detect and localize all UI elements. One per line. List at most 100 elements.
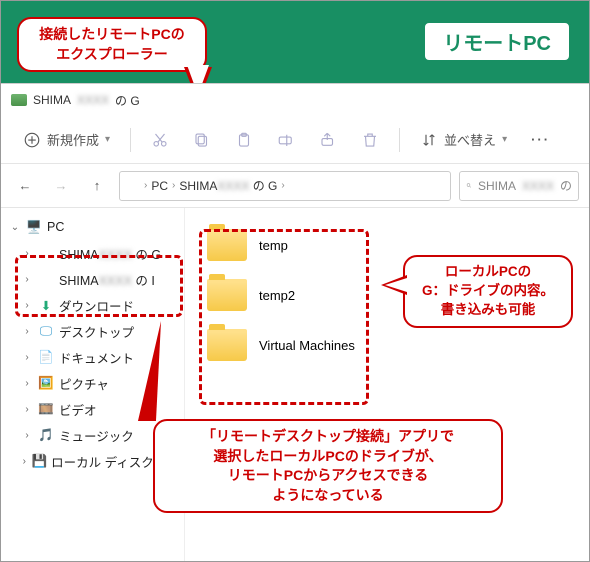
caret-right-icon: › xyxy=(21,326,33,337)
drive-icon xyxy=(126,180,140,191)
desktop-icon: 🖵 xyxy=(37,323,55,339)
copy-icon xyxy=(193,131,211,149)
share-button[interactable] xyxy=(309,125,347,155)
drive-icon xyxy=(11,94,27,106)
annotation-text: エクスプローラー xyxy=(33,45,191,65)
arrow-left-icon: ← xyxy=(19,178,32,193)
disk-icon: 💾 xyxy=(32,453,48,469)
annotation-text: ようになっている xyxy=(169,486,487,506)
separator xyxy=(399,128,400,152)
folder-name: temp xyxy=(259,238,288,253)
bubble-tail-icon xyxy=(381,275,407,295)
sort-button-label: 並べ替え xyxy=(444,130,496,149)
caret-right-icon: › xyxy=(21,456,28,467)
sort-button[interactable]: 並べ替え ▾ xyxy=(410,124,517,155)
caret-right-icon: › xyxy=(21,430,33,441)
tree-label: ドキュメント xyxy=(59,348,134,367)
annotation-text: G：ドライブの内容。 xyxy=(419,282,557,301)
cut-button[interactable] xyxy=(141,125,179,155)
caret-right-icon: › xyxy=(21,274,33,285)
forward-button[interactable]: → xyxy=(47,172,75,200)
cut-icon xyxy=(151,131,169,149)
window-titlebar: SHIMA XXXX の G xyxy=(1,84,589,116)
chevron-right-icon: › xyxy=(172,180,175,191)
breadcrumb[interactable]: › PC › SHIMAXXXX の G › xyxy=(119,171,451,201)
annotation-remote-explorer: 接続したリモートPCの エクスプローラー xyxy=(17,17,207,72)
chevron-right-icon: › xyxy=(144,180,147,191)
folder-icon xyxy=(207,229,247,261)
annotation-text: 書き込みも可能 xyxy=(419,301,557,320)
music-icon: 🎵 xyxy=(37,427,55,443)
remote-drive-icon xyxy=(37,271,55,287)
redacted-text: XXXX xyxy=(77,93,109,107)
plus-circle-icon xyxy=(23,131,41,149)
annotation-header: 接続したリモートPCの エクスプローラー リモートPC xyxy=(1,1,589,83)
caret-right-icon: › xyxy=(21,300,33,311)
documents-icon: 📄 xyxy=(37,349,55,365)
tree-item-downloads[interactable]: › ⬇ ダウンロード xyxy=(3,292,182,318)
share-icon xyxy=(319,131,337,149)
folder-icon xyxy=(207,329,247,361)
caret-right-icon: › xyxy=(21,404,33,415)
arrow-up-icon: ↑ xyxy=(94,178,101,193)
separator xyxy=(130,128,131,152)
new-button[interactable]: 新規作成 ▾ xyxy=(13,124,120,155)
tree-item-remote-g[interactable]: › SHIMAXXXX の G xyxy=(3,240,182,266)
sort-icon xyxy=(420,131,438,149)
more-button[interactable]: ··· xyxy=(521,126,560,153)
annotation-remote-desktop-explain: 「リモートデスクトップ接続」アプリで 選択したローカルPCのドライブが、 リモー… xyxy=(153,419,503,513)
annotation-text: 選択したローカルPCのドライブが、 xyxy=(169,447,487,467)
up-button[interactable]: ↑ xyxy=(83,172,111,200)
remote-pc-label: リモートPC xyxy=(423,21,571,62)
folder-name: Virtual Machines xyxy=(259,338,355,353)
redacted-text: XXXX xyxy=(217,179,249,193)
chevron-down-icon: ▾ xyxy=(105,134,110,145)
tree-label: SHIMAXXXX の G xyxy=(59,244,161,263)
caret-right-icon: › xyxy=(21,378,33,389)
downloads-icon: ⬇ xyxy=(37,297,55,313)
pictures-icon: 🖼️ xyxy=(37,375,55,391)
paste-icon xyxy=(235,131,253,149)
chevron-down-icon: ▾ xyxy=(502,134,507,145)
annotation-text: 「リモートデスクトップ接続」アプリで xyxy=(169,427,487,447)
videos-icon: 🎞️ xyxy=(37,401,55,417)
paste-button[interactable] xyxy=(225,125,263,155)
caret-right-icon: › xyxy=(21,248,33,259)
pc-icon: 🖥️ xyxy=(25,219,43,235)
annotation-text: 接続したリモートPCの xyxy=(33,25,191,45)
navigation-row: ← → ↑ › PC › SHIMAXXXX の G › SHIMAXXXX の xyxy=(1,164,589,208)
tree-label: ダウンロード xyxy=(59,296,134,315)
annotation-local-g-drive: ローカルPCの G：ドライブの内容。 書き込みも可能 xyxy=(403,255,573,328)
redacted-text: XXXX xyxy=(522,179,554,193)
tree-item-remote-i[interactable]: › SHIMAXXXX の I xyxy=(3,266,182,292)
tree-label: SHIMAXXXX の I xyxy=(59,270,155,289)
search-input[interactable]: SHIMAXXXX の xyxy=(459,171,579,201)
tree-label: デスクトップ xyxy=(59,322,134,341)
window-title-prefix: SHIMA xyxy=(33,93,71,107)
back-button[interactable]: ← xyxy=(11,172,39,200)
breadcrumb-segment[interactable]: PC xyxy=(151,179,168,193)
caret-right-icon: › xyxy=(21,352,33,363)
command-toolbar: 新規作成 ▾ 並べ替え ▾ ··· xyxy=(1,116,589,164)
rename-button[interactable] xyxy=(267,125,305,155)
remote-drive-icon xyxy=(37,245,55,261)
copy-button[interactable] xyxy=(183,125,221,155)
arrow-right-icon: → xyxy=(55,178,68,193)
tree-label: ピクチャ xyxy=(59,374,109,393)
window-title-suffix: の G xyxy=(115,92,140,109)
folder-name: temp2 xyxy=(259,288,295,303)
tree-label: ミュージック xyxy=(59,426,134,445)
search-icon xyxy=(466,179,472,192)
tree-item-pc[interactable]: ⌄ 🖥️ PC xyxy=(3,214,182,240)
rename-icon xyxy=(277,131,295,149)
annotation-text: ローカルPCの xyxy=(419,263,557,282)
tree-label: PC xyxy=(47,220,64,234)
folder-icon xyxy=(207,279,247,311)
caret-down-icon: ⌄ xyxy=(9,222,21,233)
delete-button[interactable] xyxy=(351,125,389,155)
new-button-label: 新規作成 xyxy=(47,130,99,149)
annotation-text: リモートPCからアクセスできる xyxy=(169,466,487,486)
breadcrumb-segment[interactable]: SHIMAXXXX の G xyxy=(179,177,277,194)
chevron-right-icon: › xyxy=(281,180,284,191)
tree-label: ビデオ xyxy=(59,400,97,419)
